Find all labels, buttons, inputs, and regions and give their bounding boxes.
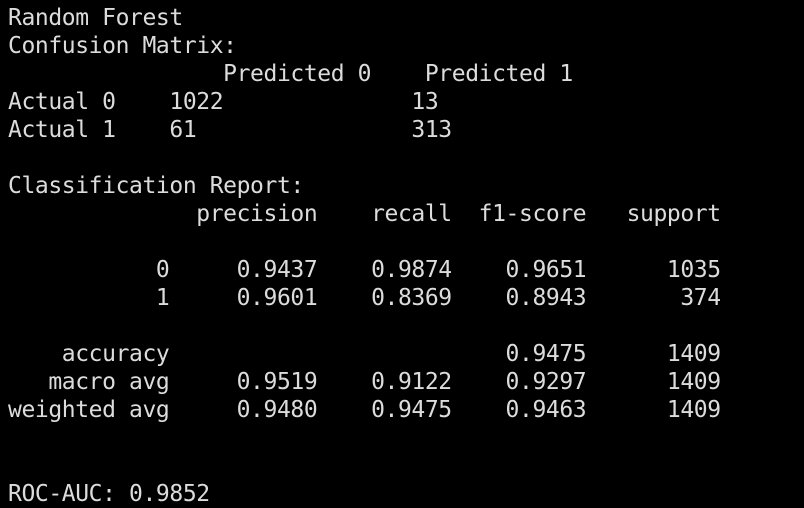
output-line-class-0: 0 0.9437 0.9874 0.9651 1035 [8, 257, 721, 283]
terminal-window[interactable]: Random Forest Confusion Matrix: Predicte… [0, 0, 804, 508]
output-line-accuracy: accuracy 0.9475 1409 [8, 341, 721, 367]
output-line-class-1: 1 0.9601 0.8369 0.8943 374 [8, 285, 721, 311]
output-line-actual-0: Actual 0 1022 13 [8, 89, 439, 115]
output-line-macro-avg: macro avg 0.9519 0.9122 0.9297 1409 [8, 369, 721, 395]
output-line-confusion-matrix-title: Confusion Matrix: [8, 33, 237, 59]
output-line-roc-auc: ROC-AUC: 0.9852 [8, 481, 210, 507]
output-line-model-name: Random Forest [8, 5, 183, 31]
output-line-classification-title: Classification Report: [8, 173, 304, 199]
output-line-weighted-avg: weighted avg 0.9480 0.9475 0.9463 1409 [8, 397, 721, 423]
output-line-actual-1: Actual 1 61 313 [8, 117, 452, 143]
output-line-confusion-header: Predicted 0 Predicted 1 [8, 61, 573, 87]
output-line-report-header: precision recall f1-score support [8, 201, 721, 227]
